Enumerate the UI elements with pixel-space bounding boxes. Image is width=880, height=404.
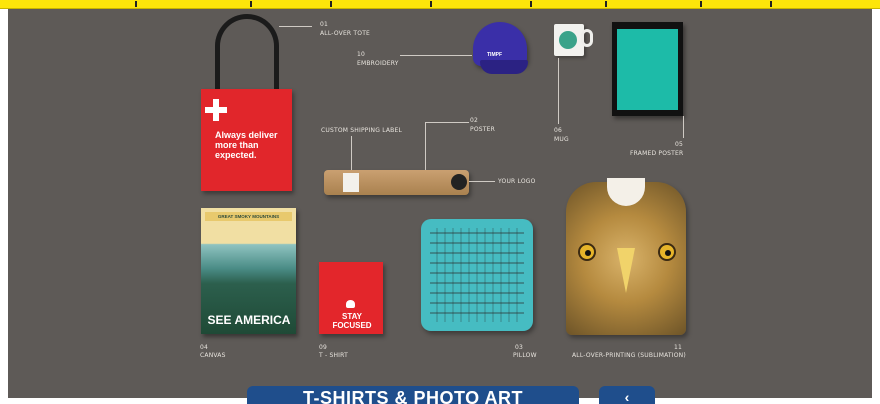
product-showcase-image	[8, 9, 872, 398]
top-bar-divider	[605, 1, 607, 7]
canvas-banner: GREAT SMOKY MOUNTAINS	[205, 212, 292, 221]
mug-artwork	[559, 31, 577, 49]
tote-number: 01	[320, 21, 329, 28]
aop-number: 11	[674, 344, 683, 351]
aop-label: ALL-OVER-PRINTING (SUBLIMATION)	[572, 352, 686, 359]
callout-line	[279, 26, 312, 27]
crown-icon	[346, 300, 355, 308]
canvas-label: CANVAS	[200, 352, 226, 359]
pillow-number: 03	[515, 344, 524, 351]
prev-arrow-button[interactable]: ‹	[599, 386, 655, 404]
top-bar-divider	[135, 1, 137, 7]
logo-icon	[451, 174, 467, 190]
framed-poster-print	[617, 29, 678, 110]
canvas-number: 04	[200, 344, 209, 351]
tshirt-slogan: STAY FOCUSED	[332, 312, 372, 330]
shipping-label-text: CUSTOM SHIPPING LABEL	[321, 127, 403, 134]
mug-number: 06	[554, 127, 563, 134]
canvas-title: SEE AMERICA	[207, 313, 291, 327]
tshirt-label: T - SHIRT	[319, 352, 348, 359]
eagle-eye	[658, 243, 676, 261]
cap-bill	[480, 60, 528, 74]
framed-poster-number: 05	[675, 141, 684, 148]
callout-line	[400, 55, 472, 56]
framed-poster-label: FRAMED POSTER	[630, 150, 684, 157]
mug-handle	[581, 29, 593, 47]
your-logo-label: YOUR LOGO	[498, 178, 536, 185]
callout-line	[683, 116, 684, 138]
cap-embroidery-text: TIMPF	[487, 52, 502, 58]
top-bar-divider	[770, 1, 772, 7]
tshirt-number: 09	[319, 344, 328, 351]
top-bar-divider	[330, 1, 332, 7]
poster-label: POSTER	[470, 126, 495, 133]
tote-label: ALL-OVER TOTE	[320, 30, 371, 37]
callout-line	[469, 181, 495, 182]
eagle-eye	[578, 243, 596, 261]
shipping-label	[343, 173, 359, 192]
poster-number: 02	[470, 117, 479, 124]
callout-line	[425, 122, 469, 123]
mug-label: MUG	[554, 136, 569, 143]
canvas-banner-text: GREAT SMOKY MOUNTAINS	[217, 214, 280, 219]
pillow-label: PILLOW	[513, 352, 537, 359]
tshirts-photo-art-button[interactable]: T-SHIRTS & PHOTO ART	[247, 386, 579, 404]
callout-line	[425, 122, 426, 170]
top-bar-divider	[700, 1, 702, 7]
embroidery-label: EMBROIDERY	[357, 60, 399, 67]
callout-line	[351, 136, 352, 172]
top-bar-divider	[430, 1, 432, 7]
embroidery-number: 10	[357, 51, 366, 58]
callout-line	[558, 58, 559, 124]
top-bar-divider	[250, 1, 252, 7]
top-bar-divider	[530, 1, 532, 7]
tote-slogan: Always deliver more than expected.	[215, 130, 278, 160]
pillow-pattern	[430, 228, 524, 322]
top-bar	[0, 0, 880, 9]
cross-icon	[205, 99, 227, 121]
eagle-beak	[617, 248, 635, 293]
